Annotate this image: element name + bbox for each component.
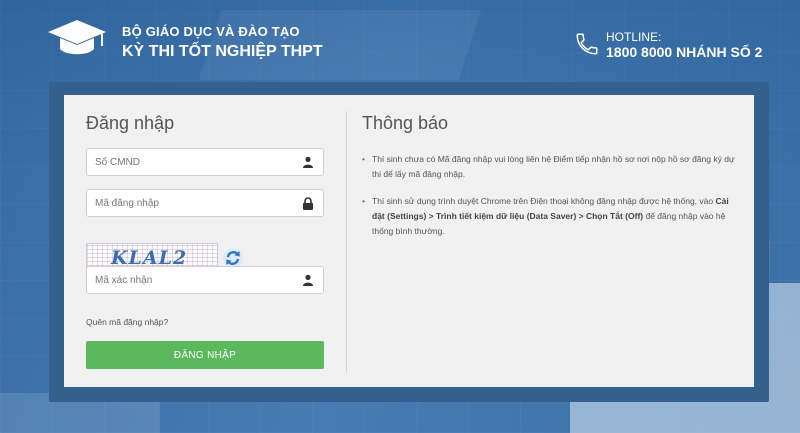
site-header: BỘ GIÁO DỤC VÀ ĐÀO TẠO KỲ THI TỐT NGHIỆP… xyxy=(0,0,800,80)
lock-icon xyxy=(303,197,313,210)
user-icon xyxy=(303,274,313,286)
bullet-icon: • xyxy=(362,196,365,206)
login-button[interactable]: ĐĂNG NHẬP xyxy=(86,341,324,369)
captcha-input[interactable] xyxy=(87,267,293,293)
hotline-number: 1800 8000 NHÁNH SỐ 2 xyxy=(606,44,763,60)
phone-icon xyxy=(576,33,598,55)
user-icon xyxy=(303,156,313,168)
hotline-label: HOTLINE: xyxy=(606,30,662,44)
site-title: KỲ THI TỐT NGHIỆP THPT xyxy=(122,43,323,60)
login-code-input[interactable] xyxy=(87,190,293,216)
captcha-field[interactable] xyxy=(86,266,324,294)
graduation-cap-icon xyxy=(48,20,106,55)
id-field[interactable] xyxy=(86,148,324,176)
notice-list: • Thí sinh chưa có Mã đăng nhập vui lòng … xyxy=(362,152,737,239)
notice-item: • Thí sinh chưa có Mã đăng nhập vui lòng … xyxy=(362,154,735,179)
notice-item: • Thí sinh sử dụng trình duyệt Chrome trê… xyxy=(362,196,729,236)
notice-title: Thông báo xyxy=(362,113,449,133)
forgot-code-link[interactable]: Quên mã đăng nhập? xyxy=(86,317,168,327)
login-title: Đăng nhập xyxy=(86,113,175,133)
login-panel: Đăng nhập KLAL2 xyxy=(86,113,324,369)
org-name: BỘ GIÁO DỤC VÀ ĐÀO TẠO xyxy=(122,24,300,39)
bullet-icon: • xyxy=(362,154,365,164)
login-code-field[interactable] xyxy=(86,189,324,217)
login-card: Đăng nhập KLAL2 xyxy=(64,95,754,387)
id-input[interactable] xyxy=(87,149,293,175)
notice-panel: Thông báo • Thí sinh chưa có Mã đăng nhập… xyxy=(362,113,737,251)
divider xyxy=(346,111,347,373)
